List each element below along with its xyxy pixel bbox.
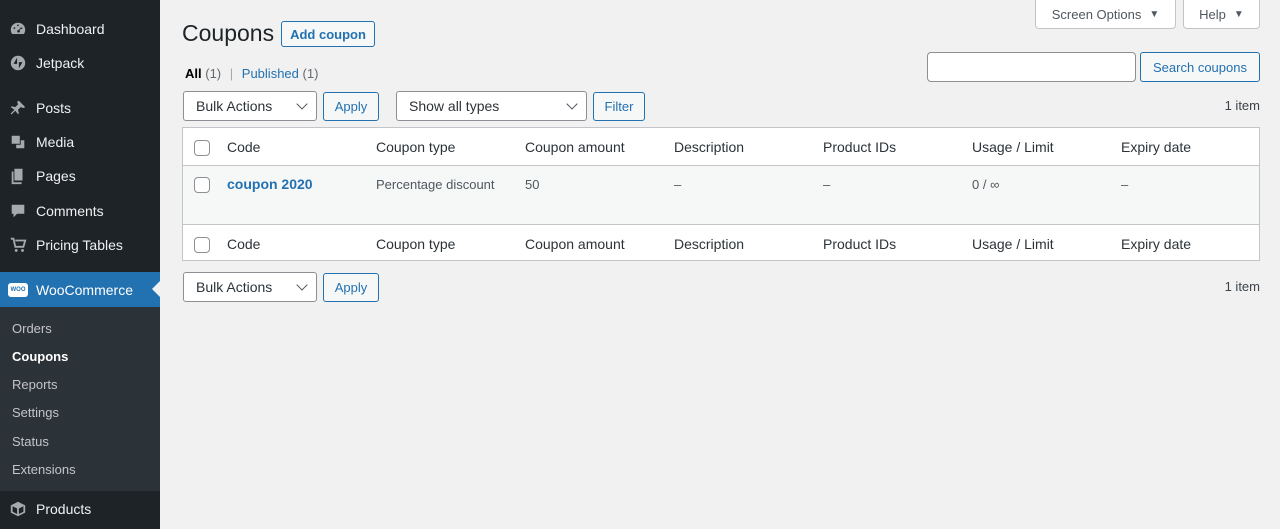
coupon-amount-cell: 50	[525, 177, 540, 192]
bulk-actions-value: Bulk Actions	[196, 279, 273, 295]
select-all-checkbox-bottom[interactable]	[194, 237, 210, 253]
submenu-item-reports[interactable]: Reports	[12, 377, 58, 392]
view-filters: All (1) | Published (1)	[185, 66, 318, 81]
column-footer-coupon-type: Coupon type	[376, 236, 456, 252]
sidebar-item-pages[interactable]: Pages	[0, 159, 160, 193]
sidebar-item-label: Products	[36, 501, 92, 517]
column-header-code[interactable]: Code	[227, 139, 260, 155]
view-published-count: (1)	[302, 66, 319, 81]
coupons-table: Code Coupon type Coupon amount Descripti…	[182, 127, 1260, 261]
help-label: Help	[1199, 6, 1226, 22]
column-footer-product-ids: Product IDs	[823, 236, 897, 252]
coupon-type-cell: Percentage discount	[376, 177, 495, 192]
expiry-date-cell: –	[1121, 177, 1129, 192]
caret-down-icon: ▼	[1149, 8, 1160, 20]
screen-options-button[interactable]: Screen Options ▼	[1035, 0, 1176, 29]
submenu-item-status[interactable]: Status	[12, 434, 49, 449]
chevron-down-icon	[296, 98, 308, 110]
table-header-row: Code Coupon type Coupon amount Descripti…	[183, 128, 1259, 166]
submenu-item-coupons[interactable]: Coupons	[12, 349, 68, 364]
caret-down-icon: ▼	[1233, 8, 1244, 20]
items-count-top: 1 item	[1224, 98, 1260, 113]
sidebar-item-jetpack[interactable]: Jetpack	[0, 46, 160, 80]
column-footer-description: Description	[674, 236, 745, 252]
coupon-type-select[interactable]: Show all types	[396, 91, 587, 121]
sidebar-item-label: Posts	[36, 100, 72, 116]
current-menu-arrow	[152, 281, 160, 297]
column-footer-coupon-amount: Coupon amount	[525, 236, 625, 252]
description-cell: –	[674, 177, 682, 192]
page-title: Coupons	[182, 20, 275, 46]
column-header-coupon-amount: Coupon amount	[525, 139, 625, 155]
column-header-product-ids: Product IDs	[823, 139, 897, 155]
admin-sidebar: Dashboard Jetpack Posts Media Pages Comm…	[0, 0, 160, 529]
dashboard-icon	[8, 19, 28, 39]
pages-icon	[8, 166, 28, 186]
pin-icon	[8, 98, 28, 118]
help-button[interactable]: Help ▼	[1183, 0, 1260, 29]
chevron-down-icon	[566, 98, 578, 110]
jetpack-icon	[8, 53, 28, 73]
column-header-coupon-type: Coupon type	[376, 139, 456, 155]
sidebar-item-label: Dashboard	[36, 21, 105, 37]
sidebar-item-posts[interactable]: Posts	[0, 91, 160, 125]
column-header-usage-limit: Usage / Limit	[972, 139, 1054, 155]
sidebar-item-label: WooCommerce	[36, 282, 133, 298]
sidebar-item-label: Media	[36, 134, 75, 150]
comments-icon	[8, 201, 28, 221]
column-header-description: Description	[674, 139, 745, 155]
apply-button-top[interactable]: Apply	[323, 92, 379, 121]
woo-badge: WOO	[8, 283, 28, 297]
filter-button[interactable]: Filter	[593, 92, 645, 121]
table-row: coupon 2020 Percentage discount 50 – – 0…	[183, 166, 1259, 224]
column-footer-expiry-date: Expiry date	[1121, 236, 1192, 252]
row-checkbox[interactable]	[194, 177, 210, 193]
coupon-type-value: Show all types	[409, 98, 500, 114]
sidebar-item-woocommerce[interactable]: WOO WooCommerce	[0, 272, 160, 308]
view-separator: |	[229, 66, 234, 81]
sidebar-item-pricing-tables[interactable]: Pricing Tables	[0, 228, 160, 262]
column-footer-usage-limit: Usage / Limit	[972, 236, 1054, 252]
cart-icon	[8, 235, 28, 255]
media-icon	[8, 132, 28, 152]
coupon-code-link[interactable]: coupon 2020	[227, 176, 313, 192]
sidebar-item-dashboard[interactable]: Dashboard	[0, 12, 160, 46]
items-count-bottom: 1 item	[1224, 279, 1260, 294]
sidebar-item-label: Pricing Tables	[36, 237, 123, 253]
search-coupons-button[interactable]: Search coupons	[1140, 52, 1260, 82]
bulk-actions-value: Bulk Actions	[196, 98, 273, 114]
add-coupon-button[interactable]: Add coupon	[281, 21, 375, 47]
box-icon	[8, 499, 28, 519]
column-footer-code[interactable]: Code	[227, 236, 260, 252]
submenu-item-settings[interactable]: Settings	[12, 405, 59, 420]
apply-button-bottom[interactable]: Apply	[323, 273, 379, 302]
bulk-actions-select-top[interactable]: Bulk Actions	[183, 91, 317, 121]
woo-icon: WOO	[8, 280, 28, 300]
woocommerce-submenu: Orders Coupons Reports Settings Status E…	[0, 307, 160, 491]
submenu-item-orders[interactable]: Orders	[12, 321, 52, 336]
table-footer-row: Code Coupon type Coupon amount Descripti…	[183, 224, 1259, 261]
sidebar-item-label: Jetpack	[36, 55, 85, 71]
sidebar-item-label: Comments	[36, 203, 104, 219]
screen-options-label: Screen Options	[1051, 6, 1142, 22]
view-published-link[interactable]: Published	[242, 66, 299, 81]
sidebar-item-label: Pages	[36, 168, 76, 184]
select-all-checkbox[interactable]	[194, 140, 210, 156]
product-ids-cell: –	[823, 177, 831, 192]
view-all-count: (1)	[205, 66, 222, 81]
sidebar-item-products[interactable]: Products	[0, 491, 160, 527]
usage-limit-cell: 0 / ∞	[972, 177, 1000, 192]
search-input[interactable]	[927, 52, 1136, 82]
chevron-down-icon	[296, 279, 308, 291]
column-header-expiry-date: Expiry date	[1121, 139, 1192, 155]
view-all-link[interactable]: All	[185, 66, 202, 81]
bulk-actions-select-bottom[interactable]: Bulk Actions	[183, 272, 317, 302]
submenu-item-extensions[interactable]: Extensions	[12, 462, 76, 477]
sidebar-item-media[interactable]: Media	[0, 125, 160, 159]
sidebar-item-comments[interactable]: Comments	[0, 194, 160, 228]
